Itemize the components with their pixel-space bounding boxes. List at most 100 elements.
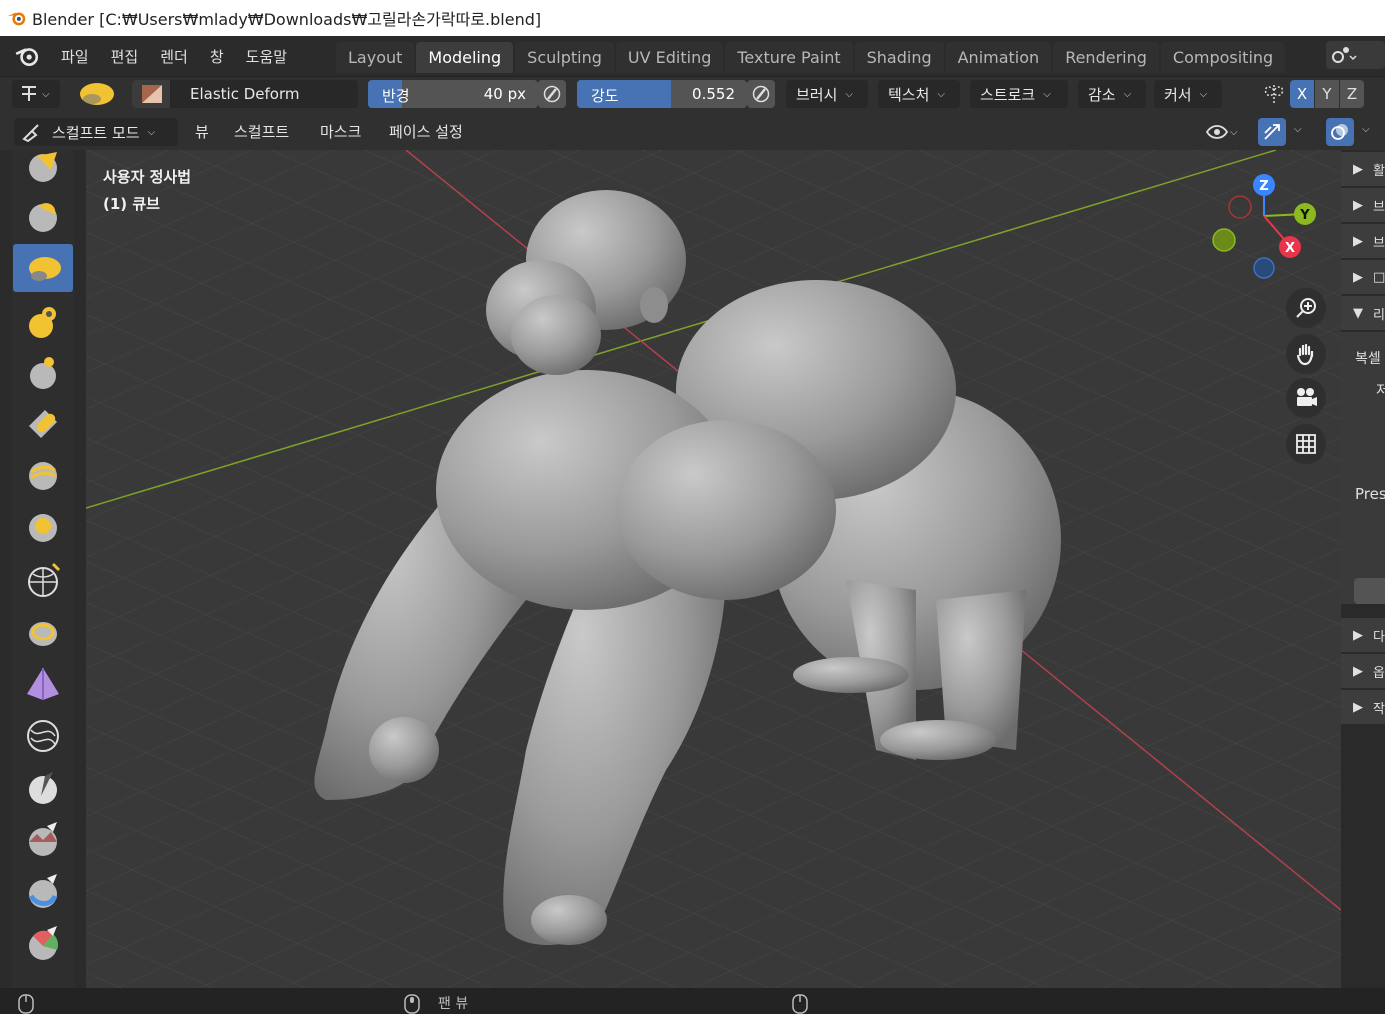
tab-shading[interactable]: Shading [854, 42, 944, 73]
mouse-middle-icon [404, 994, 420, 1014]
menu-view[interactable]: 뷰 [195, 121, 209, 142]
window-titlebar: Blender [C:₩Users₩mlady₩Downloads₩고릴라손가락… [0, 0, 1385, 36]
sidebar-row-1[interactable]: ▶ 활 [1341, 152, 1385, 186]
sculpt-tool-icon [22, 86, 36, 101]
sculpt-brush-icon [22, 124, 39, 143]
strength-pressure-button[interactable] [747, 80, 775, 108]
menu-mask[interactable]: 마스크 [320, 121, 361, 142]
overlay-toggle[interactable] [1326, 118, 1354, 146]
negative-x-handle[interactable] [1228, 195, 1252, 219]
chevron-down-icon[interactable]: ⌵ [1294, 124, 1302, 135]
tool-thumb[interactable] [13, 348, 73, 396]
scene-selector-button[interactable] [1326, 41, 1385, 69]
tool-boundary[interactable] [13, 660, 73, 708]
boundary-icon [27, 668, 59, 700]
workspace-tabs: Layout Modeling Sculpting UV Editing Tex… [336, 42, 1286, 73]
tool-elastic-deform[interactable] [13, 244, 73, 292]
tool-mask[interactable] [13, 816, 73, 864]
sidebar-row-4[interactable]: ▶ □ [1341, 260, 1385, 294]
inflate-icon [29, 514, 57, 542]
slide-relax-icon [29, 622, 57, 646]
overlay-circles-icon [1331, 124, 1348, 140]
tool-simplify[interactable] [13, 764, 73, 812]
remesh-button[interactable] [1354, 578, 1385, 604]
cursor-dropdown[interactable]: 커서 ⌵ [1154, 80, 1222, 108]
texture-dropdown[interactable]: 텍스처 ⌵ [878, 80, 960, 108]
gizmo-toggle[interactable] [1258, 118, 1286, 146]
tool-inflate[interactable] [13, 504, 73, 552]
collapse-arrow-icon: ▼ [1353, 305, 1363, 321]
menu-render[interactable]: 렌더 [149, 46, 199, 67]
sidebar-row-label: 브 [1373, 199, 1385, 215]
tool-settings-dropdown[interactable]: ⌵ [12, 80, 60, 108]
brush-name-field[interactable]: Elastic Deform [132, 80, 358, 108]
tool-pinch[interactable] [13, 400, 73, 448]
sidebar-row-2[interactable]: ▶ 브 [1341, 188, 1385, 222]
brush-dropdown[interactable]: 브러시 ⌵ [786, 80, 868, 108]
tool-draw-face-sets[interactable] [13, 868, 73, 916]
negative-z-handle[interactable] [1253, 257, 1275, 279]
tab-modeling[interactable]: Modeling [416, 42, 514, 73]
status-hint-pan: 팬 뷰 [438, 996, 469, 1012]
zoom-button[interactable] [1286, 288, 1326, 328]
menu-edit[interactable]: 편집 [100, 46, 150, 67]
strength-slider[interactable]: 강도 0.552 [577, 80, 747, 108]
sidebar-row-5[interactable]: ▶ 다 [1341, 618, 1385, 652]
pen-pressure-icon [752, 85, 770, 103]
rotate-icon [28, 562, 61, 597]
sidebar-row-remesh[interactable]: ▼ 리 [1341, 296, 1385, 330]
visibility-dropdown[interactable]: ⌵ [1202, 118, 1248, 146]
sidebar-row-7[interactable]: ▶ 작 [1341, 690, 1385, 724]
tab-compositing[interactable]: Compositing [1160, 42, 1286, 73]
sidebar-row-label: 활 [1373, 163, 1385, 179]
tool-snake-hook[interactable] [13, 296, 73, 344]
camera-view-button[interactable] [1286, 378, 1326, 418]
symmetry-z-toggle[interactable]: Z [1340, 80, 1364, 108]
orthographic-toggle-button[interactable] [1286, 424, 1326, 464]
mask-icon [29, 822, 57, 856]
elastic-deform-icon [29, 257, 61, 281]
tab-rendering[interactable]: Rendering [1053, 42, 1159, 73]
radius-pressure-button[interactable] [538, 80, 566, 108]
tool-slide-relax[interactable] [13, 608, 73, 656]
tab-texture-paint[interactable]: Texture Paint [725, 42, 853, 73]
tab-animation[interactable]: Animation [945, 42, 1052, 73]
expand-arrow-icon: ▶ [1353, 663, 1363, 679]
radius-slider[interactable]: 반경 40 px [368, 80, 538, 108]
falloff-dropdown[interactable]: 감소 ⌵ [1078, 80, 1146, 108]
tool-rotate[interactable] [13, 556, 73, 604]
sidebar-row-label: 브 [1373, 235, 1385, 251]
menu-window[interactable]: 창 [199, 46, 235, 67]
sidebar-row-6[interactable]: ▶ 옵 [1341, 654, 1385, 688]
3d-viewport[interactable] [86, 150, 1341, 988]
tab-uv-editing[interactable]: UV Editing [615, 42, 724, 73]
tab-layout[interactable]: Layout [336, 42, 415, 73]
symmetry-y-toggle[interactable]: Y [1315, 80, 1339, 108]
tool-layer[interactable] [13, 452, 73, 500]
preserve-label: Pres [1355, 485, 1385, 503]
expand-arrow-icon: ▶ [1353, 269, 1363, 285]
symmetry-x-toggle[interactable]: X [1290, 80, 1314, 108]
pan-button[interactable] [1286, 334, 1326, 374]
tool-draw-sharp[interactable] [13, 142, 73, 190]
tool-mask-by-color[interactable] [13, 920, 73, 968]
menu-help[interactable]: 도움말 [235, 46, 298, 67]
negative-y-handle[interactable] [1212, 228, 1236, 252]
menu-file[interactable]: 파일 [50, 46, 100, 67]
hand-icon [1296, 343, 1314, 366]
cloth-icon [27, 720, 59, 752]
menu-sculpt[interactable]: 스컬프트 [234, 121, 289, 142]
tab-sculpting[interactable]: Sculpting [515, 42, 614, 73]
tool-clay[interactable] [13, 192, 73, 240]
menu-face-sets[interactable]: 페이스 설정 [389, 121, 463, 142]
sidebar-row-3[interactable]: ▶ 브 [1341, 224, 1385, 258]
tool-cloth[interactable] [13, 712, 73, 760]
blender-menu-icon[interactable] [14, 43, 40, 69]
navigation-gizmo[interactable]: Z Y X [1206, 170, 1318, 282]
pen-pressure-icon [543, 85, 561, 103]
expand-arrow-icon: ▶ [1353, 699, 1363, 715]
y-axis-label: Y [1299, 208, 1310, 223]
stroke-dropdown[interactable]: 스트로크 ⌵ [970, 80, 1068, 108]
brush-preview-icon[interactable] [72, 80, 120, 108]
chevron-down-icon[interactable]: ⌵ [1362, 124, 1370, 135]
